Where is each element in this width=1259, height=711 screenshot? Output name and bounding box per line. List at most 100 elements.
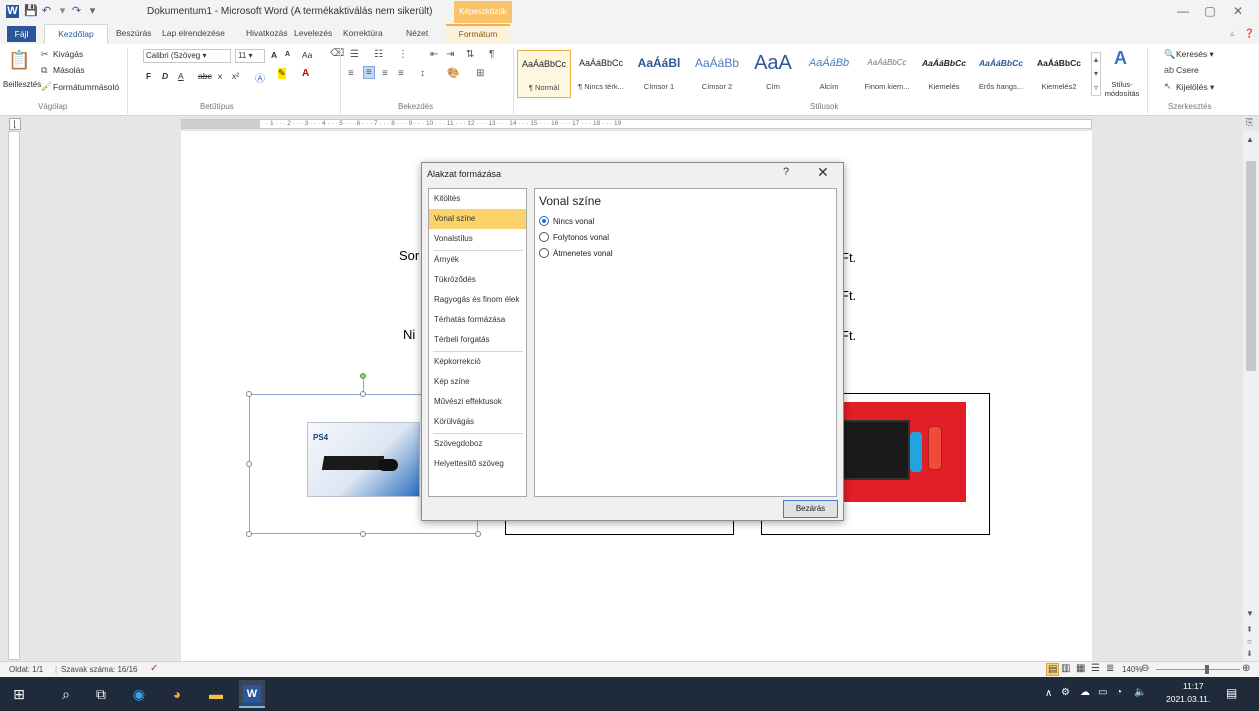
- decrease-indent-icon[interactable]: ⇤: [430, 49, 438, 60]
- rotate-handle[interactable]: [360, 373, 366, 379]
- vertical-ruler[interactable]: [8, 131, 20, 660]
- change-styles-button[interactable]: Stílus-módosítás: [1104, 80, 1140, 98]
- font-family-select[interactable]: Calibri (Szöveg ▾: [143, 49, 231, 63]
- wifi-icon[interactable]: ◔: [1116, 687, 1122, 698]
- tray-overflow-icon[interactable]: ∧: [1045, 688, 1052, 699]
- save-icon[interactable]: 💾: [24, 5, 38, 18]
- nav-3d-rotation[interactable]: Térbeli forgatás: [429, 330, 526, 350]
- italic-button[interactable]: D: [162, 71, 168, 81]
- word-taskbar-button[interactable]: W: [239, 680, 265, 708]
- dialog-close-icon[interactable]: ✕: [817, 164, 829, 181]
- close-button[interactable]: Bezárás: [783, 500, 838, 518]
- paste-icon[interactable]: 📋: [8, 50, 30, 71]
- qat-dropdown-icon[interactable]: ▾: [56, 5, 69, 18]
- style-emphasis[interactable]: AaÁáBbCc Kiemelés: [917, 50, 971, 98]
- style-heading-1[interactable]: AaÁáBl Címsor 1: [631, 50, 687, 98]
- style-intense-emphasis[interactable]: AaÁáBbCc Erős hangs...: [973, 50, 1029, 98]
- nav-artistic-effects[interactable]: Művészi effektusok: [429, 392, 526, 412]
- next-page-icon[interactable]: ⇟: [1246, 649, 1253, 658]
- tab-view[interactable]: Nézet: [406, 28, 428, 38]
- line-spacing-icon[interactable]: ↕: [420, 68, 425, 79]
- borders-icon[interactable]: ⊞: [476, 68, 484, 79]
- nav-line-color[interactable]: Vonal színe: [429, 209, 526, 229]
- text-effects-icon[interactable]: Ⓐ: [255, 70, 265, 85]
- maximize-button[interactable]: ▢: [1200, 4, 1220, 18]
- task-view-icon[interactable]: ⧉: [92, 685, 110, 703]
- nav-line-style[interactable]: Vonalstílus: [429, 229, 526, 249]
- nav-glow-soft-edges[interactable]: Ragyogás és finom élek: [429, 290, 526, 310]
- option-gradient-line[interactable]: Átmenetes vonal: [539, 248, 613, 258]
- file-explorer-icon[interactable]: ▬: [207, 685, 225, 703]
- redo-icon[interactable]: ↷: [70, 5, 83, 18]
- help-icon[interactable]: ❓: [1244, 28, 1255, 39]
- paste-button[interactable]: Beillesztés: [3, 80, 41, 89]
- multilevel-list-icon[interactable]: ⋮: [398, 49, 408, 60]
- align-right-icon[interactable]: ≡: [382, 68, 388, 79]
- highlight-icon[interactable]: ✎: [278, 68, 286, 79]
- tab-references[interactable]: Hivatkozás: [246, 28, 288, 38]
- dialog-help-button[interactable]: ?: [783, 166, 789, 178]
- clear-formatting-icon[interactable]: ⌫: [330, 48, 344, 59]
- scroll-down-icon[interactable]: ▼: [1246, 609, 1254, 618]
- styles-scroll-icon[interactable]: ▴ ▾ ▿: [1091, 52, 1101, 96]
- battery-icon[interactable]: ▭: [1098, 687, 1107, 698]
- select-button[interactable]: Kijelölés ▾: [1176, 82, 1214, 93]
- nav-alt-text[interactable]: Helyettesítő szöveg: [429, 454, 526, 474]
- nav-3d-format[interactable]: Térhatás formázása: [429, 310, 526, 330]
- justify-icon[interactable]: ≡: [398, 68, 404, 79]
- increase-indent-icon[interactable]: ⇥: [446, 49, 454, 60]
- tab-page-layout[interactable]: Lap elrendezése: [162, 28, 225, 38]
- nav-fill[interactable]: Kitöltés: [429, 189, 526, 209]
- underline-button[interactable]: A: [178, 71, 184, 81]
- clock-time[interactable]: 11:17: [1183, 681, 1204, 691]
- search-icon[interactable]: ⌕: [57, 685, 75, 703]
- format-painter-button[interactable]: Formátummásoló: [53, 82, 119, 92]
- font-size-select[interactable]: 11 ▾: [235, 49, 265, 63]
- undo-icon[interactable]: ↶: [40, 5, 53, 18]
- superscript-button[interactable]: x²: [232, 71, 239, 81]
- previous-page-icon[interactable]: ⇞: [1246, 625, 1253, 634]
- style-no-spacing[interactable]: AaÁáBbCc ¶ Nincs térk...: [573, 50, 629, 98]
- resize-handle[interactable]: [246, 531, 252, 537]
- start-icon[interactable]: ⊞: [10, 685, 28, 703]
- radio-icon[interactable]: [539, 232, 549, 242]
- zoom-slider-thumb[interactable]: [1205, 665, 1209, 674]
- style-title[interactable]: AaA Cím: [747, 50, 799, 98]
- style-subtitle[interactable]: AaÁáBb Alcím: [801, 50, 857, 98]
- strikethrough-button[interactable]: abc: [198, 71, 212, 81]
- chrome-icon[interactable]: ◕: [168, 685, 186, 703]
- minimize-button[interactable]: —: [1173, 4, 1193, 18]
- radio-selected-icon[interactable]: [539, 216, 549, 226]
- resize-handle[interactable]: [475, 531, 481, 537]
- copy-button[interactable]: Másolás: [53, 65, 85, 75]
- style-subtle-emphasis[interactable]: AaÁáBbCc Finom kiem...: [859, 50, 915, 98]
- option-solid-line[interactable]: Folytonos vonal: [539, 232, 609, 242]
- resize-handle[interactable]: [360, 531, 366, 537]
- tab-home[interactable]: Kezdőlap: [44, 24, 108, 44]
- subscript-button[interactable]: x: [218, 71, 222, 81]
- zoom-level[interactable]: 140%: [1122, 665, 1142, 674]
- grow-font-button[interactable]: A: [271, 50, 277, 60]
- onedrive-icon[interactable]: ☁: [1080, 687, 1090, 698]
- align-center-icon[interactable]: ≡: [363, 66, 375, 79]
- tray-app-icon[interactable]: ⚙: [1061, 687, 1070, 698]
- nav-crop[interactable]: Körülvágás: [429, 412, 526, 432]
- nav-text-box[interactable]: Szövegdoboz: [429, 434, 526, 454]
- nav-shadow[interactable]: Árnyék: [429, 250, 526, 270]
- show-formatting-marks-icon[interactable]: ¶: [489, 49, 494, 60]
- print-layout-icon[interactable]: ▤: [1046, 663, 1060, 676]
- tab-format[interactable]: Formátum: [446, 24, 510, 44]
- clock-date[interactable]: 2021.03.11.: [1166, 694, 1210, 704]
- align-left-icon[interactable]: ≡: [348, 68, 354, 79]
- nav-reflection[interactable]: Tükröződés: [429, 270, 526, 290]
- sort-icon[interactable]: ⇅: [466, 49, 474, 60]
- tab-selector-icon[interactable]: ⌊: [9, 118, 21, 130]
- nav-picture-color[interactable]: Kép színe: [429, 372, 526, 392]
- outline-icon[interactable]: ☰: [1091, 663, 1100, 674]
- font-color-icon[interactable]: A: [302, 68, 309, 79]
- tab-mailings[interactable]: Levelezés: [294, 28, 332, 38]
- full-screen-reading-icon[interactable]: ▥: [1061, 663, 1070, 674]
- zoom-slider-track[interactable]: [1156, 669, 1240, 670]
- zoom-in-icon[interactable]: ⊕: [1242, 663, 1250, 674]
- view-ruler-icon[interactable]: ⎘: [1246, 117, 1253, 128]
